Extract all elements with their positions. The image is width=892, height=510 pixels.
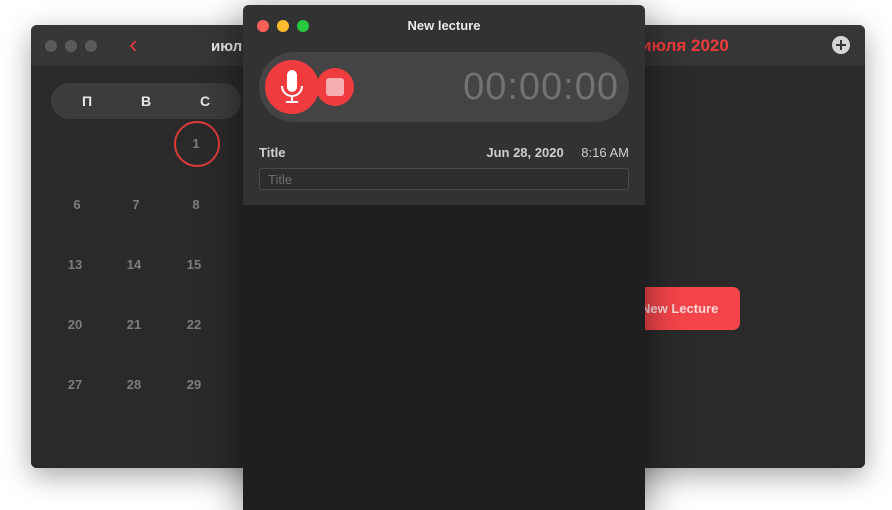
recorder-bar: 00:00:00 [259,52,629,122]
minimize-button[interactable] [65,40,77,52]
recording-datetime: Jun 28, 2020 8:16 AM [486,145,629,160]
add-icon[interactable] [832,36,850,54]
recording-time: 8:16 AM [581,145,629,160]
title-input[interactable] [259,168,629,190]
calendar-day[interactable]: 8 [181,197,211,212]
weekday-label: В [140,93,152,109]
calendar-day[interactable]: 27 [60,377,90,392]
calendar-day[interactable]: 21 [119,317,149,332]
recording-timer: 00:00:00 [463,66,619,108]
calendar-day[interactable]: 15 [179,257,209,272]
calendar-day[interactable]: 20 [60,317,90,332]
new-lecture-window: New lecture 00:00:00 Title Jun 28, 2020 … [243,5,645,510]
record-button[interactable] [265,60,319,114]
microphone-icon [281,70,303,103]
month-year-title: июля 2020 [641,36,729,55]
recording-date: Jun 28, 2020 [486,145,564,160]
zoom-button[interactable] [85,40,97,52]
month-title: июл [211,38,243,55]
new-lecture-button[interactable]: New Lecture [631,287,740,330]
notes-area[interactable] [243,205,645,510]
calendar-day[interactable]: 7 [121,197,151,212]
calendar-day[interactable]: 28 [119,377,149,392]
stop-button[interactable] [316,68,354,106]
title-label: Title [259,145,286,160]
calendar-day[interactable]: 29 [179,377,209,392]
weekday-bar: П В С [51,83,241,119]
calendar-day[interactable]: 22 [179,317,209,332]
calendar-day[interactable]: 13 [60,257,90,272]
weekday-label: С [199,93,211,109]
window-titlebar: New lecture [243,5,645,45]
calendar-day[interactable]: 1 [181,136,211,151]
weekday-label: П [81,93,93,109]
stop-icon [326,78,344,96]
recorder-panel: 00:00:00 Title Jun 28, 2020 8:16 AM [243,45,645,205]
calendar-day[interactable]: 14 [119,257,149,272]
window-title: New lecture [407,18,481,33]
chevron-left-icon[interactable]: ‹ [129,31,138,57]
close-button[interactable] [45,40,57,52]
calendar-day[interactable]: 6 [62,197,92,212]
